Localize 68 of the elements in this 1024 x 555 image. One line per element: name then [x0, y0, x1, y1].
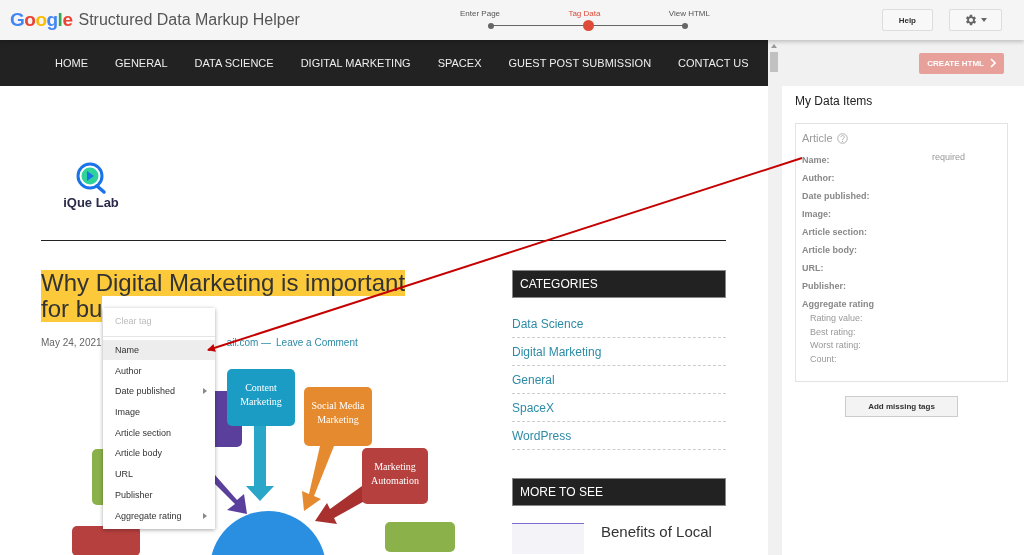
- widget-header: CATEGORIES: [512, 270, 726, 298]
- step-dot[interactable]: [582, 20, 594, 31]
- google-logo: Google: [10, 9, 73, 31]
- field-label: Article body:: [802, 245, 858, 255]
- step-label[interactable]: Tag Data: [568, 8, 601, 18]
- scroll-up-icon[interactable]: [771, 44, 777, 48]
- add-missing-tags-button[interactable]: Add missing tags: [845, 396, 958, 417]
- menu-item[interactable]: URL: [103, 463, 215, 485]
- menu-item[interactable]: Image: [103, 401, 215, 423]
- app-title: Structured Data Markup Helper: [78, 11, 300, 29]
- field-label: Date published:: [802, 191, 871, 201]
- nav-link[interactable]: HOME: [55, 57, 88, 69]
- field-label: Aggregate rating: [802, 299, 875, 309]
- nav-link[interactable]: DIGITAL MARKETING: [300, 57, 411, 69]
- category-link[interactable]: SpaceX: [512, 400, 555, 415]
- menu-item[interactable]: Publisher: [103, 484, 215, 506]
- menu-item[interactable]: Date published: [103, 381, 215, 402]
- scrollbar[interactable]: [768, 40, 780, 555]
- step-dot[interactable]: [682, 22, 688, 29]
- nav-link[interactable]: CONTACT US: [678, 57, 749, 69]
- menu-item[interactable]: Article section: [103, 422, 215, 444]
- subfield-label: Best rating:: [809, 326, 857, 339]
- logo-icon: [75, 161, 107, 195]
- infographic-box: [72, 526, 140, 555]
- infographic-label: Content Marketing: [240, 382, 282, 407]
- subfield-label: Count:: [809, 353, 838, 366]
- caret-icon: [981, 18, 987, 22]
- item-type: Article: [802, 132, 833, 144]
- field-label: Publisher:: [802, 281, 847, 291]
- post-title: for bu: [41, 296, 103, 322]
- field-label: Author:: [802, 173, 836, 183]
- infographic-label: Marketing Automation: [371, 461, 419, 486]
- chevron-icon: [990, 58, 996, 68]
- nav-link[interactable]: GUEST POST SUBMISSION: [508, 57, 652, 69]
- category-link[interactable]: WordPress: [512, 428, 572, 443]
- category-link[interactable]: General: [512, 372, 555, 387]
- logo-text: iQue Lab: [63, 195, 119, 210]
- field-label: Article section:: [802, 227, 869, 237]
- nav-link[interactable]: SPACEX: [437, 57, 482, 69]
- nav-link[interactable]: DATA SCIENCE: [194, 57, 274, 69]
- menu-item[interactable]: Article body: [103, 443, 215, 464]
- widget-header: MORE TO SEE: [512, 478, 726, 506]
- settings-icon: [964, 13, 978, 27]
- settings-button[interactable]: [949, 9, 1002, 31]
- post-date: May 24, 2021: [41, 337, 102, 348]
- step-label[interactable]: Enter Page: [460, 8, 501, 18]
- subfield-label: Rating value:: [809, 313, 864, 325]
- infographic-label: Social Media Marketing: [311, 400, 365, 425]
- nav-link[interactable]: GENERAL: [115, 57, 168, 69]
- category-link[interactable]: Data Science: [512, 316, 584, 331]
- menu-item[interactable]: Author: [103, 360, 215, 382]
- comment-link[interactable]: Leave a Comment: [276, 337, 358, 348]
- scrollbar-thumb[interactable]: [770, 52, 778, 72]
- infographic-box: [385, 522, 455, 552]
- step-label[interactable]: View HTML: [668, 8, 710, 18]
- required-hint: required: [932, 152, 966, 162]
- panel-title: My Data Items: [795, 94, 874, 108]
- help-button[interactable]: Help: [881, 9, 933, 31]
- menu-item[interactable]: Name: [103, 339, 215, 361]
- field-label: Image:: [802, 209, 832, 219]
- post-link[interactable]: Benefits of Local: [601, 523, 712, 554]
- step-dot[interactable]: [488, 22, 494, 29]
- subfield-label: Worst rating:: [809, 340, 862, 352]
- field-label: URL:: [802, 263, 825, 273]
- post-title: Why Digital Marketing is important: [41, 270, 406, 296]
- menu-item[interactable]: Aggregate rating: [103, 505, 215, 526]
- category-link[interactable]: Digital Marketing: [512, 344, 602, 359]
- field-label: Name:: [802, 155, 831, 165]
